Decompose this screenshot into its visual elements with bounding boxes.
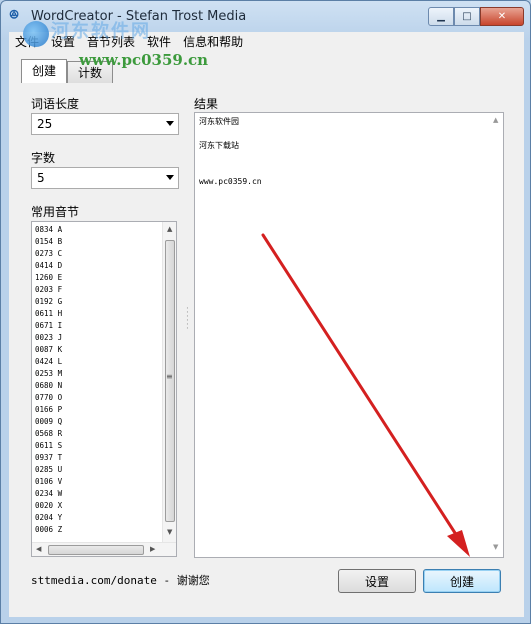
list-item[interactable]: 0166 P bbox=[35, 404, 62, 416]
close-icon: ✕ bbox=[497, 11, 507, 22]
list-item[interactable]: 0006 Z bbox=[35, 524, 62, 536]
result-textarea[interactable]: 河东软件园 河东下载站 www.pc0359.cn ▲ ▼ bbox=[194, 112, 504, 558]
menu-item[interactable]: 信息和帮助 bbox=[177, 33, 249, 50]
result-line bbox=[199, 152, 262, 164]
list-item[interactable]: 0834 A bbox=[35, 224, 62, 236]
list-item[interactable]: 0203 F bbox=[35, 284, 62, 296]
menu-item[interactable]: 设置 bbox=[45, 33, 81, 50]
tab-strip: 创建 计数 bbox=[21, 59, 114, 83]
word-length-label: 词语长度 bbox=[31, 97, 80, 111]
window-title: WordCreator - Stefan Trost Media bbox=[31, 9, 247, 24]
scroll-up-icon[interactable]: ▲ bbox=[493, 116, 498, 124]
list-item[interactable]: 0568 R bbox=[35, 428, 62, 440]
menu-bar: 文件 设置 音节列表 软件 信息和帮助 bbox=[9, 32, 524, 51]
grip-icon: ≡ bbox=[166, 372, 173, 381]
syllables-vertical-scrollbar[interactable]: ▲ ≡ ▼ bbox=[162, 222, 176, 542]
scroll-thumb[interactable] bbox=[48, 545, 144, 555]
result-line: 河东下载站 bbox=[199, 141, 239, 150]
syllables-rows: 0834 A 0154 B 0273 C 0414 D 1260 E 0203 F 0192… bbox=[35, 224, 62, 536]
scroll-right-icon[interactable]: ▶ bbox=[150, 545, 155, 553]
list-item[interactable]: 0611 H bbox=[35, 308, 62, 320]
maximize-icon: □ bbox=[462, 11, 472, 22]
app-icon: ꔮ bbox=[9, 8, 20, 23]
list-item[interactable]: 0414 D bbox=[35, 260, 62, 272]
list-item[interactable]: 0204 Y bbox=[35, 512, 62, 524]
close-button[interactable]: ✕ bbox=[480, 7, 524, 26]
list-item[interactable]: 0087 K bbox=[35, 344, 62, 356]
list-item[interactable]: 1260 E bbox=[35, 272, 62, 284]
chevron-down-icon bbox=[166, 175, 174, 180]
scroll-up-icon[interactable]: ▲ bbox=[167, 225, 172, 233]
list-item[interactable]: 0023 J bbox=[35, 332, 62, 344]
list-item[interactable]: 0020 X bbox=[35, 500, 62, 512]
client-area: 创建 计数 词语长度 25 字数 5 常用音节 0834 A 0154 B 0273… bbox=[9, 51, 524, 617]
list-item[interactable]: 0273 C bbox=[35, 248, 62, 260]
result-line: www.pc0359.cn bbox=[199, 177, 262, 186]
chevron-down-icon bbox=[166, 121, 174, 126]
list-item[interactable]: 0937 T bbox=[35, 452, 62, 464]
list-item[interactable]: 0253 M bbox=[35, 368, 62, 380]
settings-button[interactable]: 设置 bbox=[338, 569, 416, 593]
minimize-button[interactable]: ▁ bbox=[428, 7, 454, 26]
word-count-value: 5 bbox=[37, 171, 45, 185]
minimize-icon: ▁ bbox=[437, 11, 445, 22]
window-controls: ▁ □ ✕ bbox=[428, 7, 524, 27]
list-item[interactable]: 0424 L bbox=[35, 356, 62, 368]
maximize-button[interactable]: □ bbox=[454, 7, 480, 26]
scroll-left-icon[interactable]: ◀ bbox=[36, 545, 41, 553]
list-item[interactable]: 0192 G bbox=[35, 296, 62, 308]
scroll-down-icon[interactable]: ▼ bbox=[167, 528, 172, 536]
list-item[interactable]: 0611 S bbox=[35, 440, 62, 452]
result-vertical-scrollbar[interactable]: ▲ ▼ bbox=[489, 113, 503, 557]
list-item[interactable]: 0770 O bbox=[35, 392, 62, 404]
scroll-down-icon[interactable]: ▼ bbox=[493, 543, 498, 551]
menu-item[interactable]: 软件 bbox=[141, 33, 177, 50]
word-length-value: 25 bbox=[37, 117, 53, 131]
result-line bbox=[199, 164, 262, 176]
result-line bbox=[199, 128, 262, 140]
syllables-list[interactable]: 0834 A 0154 B 0273 C 0414 D 1260 E 0203 F 0192… bbox=[31, 221, 177, 557]
list-item[interactable]: 0009 Q bbox=[35, 416, 62, 428]
list-item[interactable]: 0106 V bbox=[35, 476, 62, 488]
syllables-label: 常用音节 bbox=[31, 205, 80, 219]
word-count-label: 字数 bbox=[31, 151, 56, 165]
menu-item[interactable]: 文件 bbox=[9, 33, 45, 50]
result-label: 结果 bbox=[194, 97, 219, 111]
word-length-select[interactable]: 25 bbox=[31, 113, 179, 135]
tab-count[interactable]: 计数 bbox=[67, 61, 114, 83]
tab-create[interactable]: 创建 bbox=[21, 59, 68, 83]
syllables-horizontal-scrollbar[interactable]: ◀ ▶ bbox=[32, 542, 176, 556]
donate-link[interactable]: sttmedia.com/donate - 谢谢您 bbox=[31, 572, 210, 588]
list-item[interactable]: 0680 N bbox=[35, 380, 62, 392]
create-button[interactable]: 创建 bbox=[423, 569, 501, 593]
list-item[interactable]: 0285 U bbox=[35, 464, 62, 476]
list-item[interactable]: 0671 I bbox=[35, 320, 62, 332]
result-text: 河东软件园 河东下载站 www.pc0359.cn bbox=[199, 116, 262, 188]
panel-splitter[interactable]: · · · · · · bbox=[186, 305, 190, 334]
result-line: 河东软件园 bbox=[199, 117, 239, 126]
list-item[interactable]: 0154 B bbox=[35, 236, 62, 248]
app-window: ꔮ WordCreator - Stefan Trost Media ▁ □ ✕… bbox=[0, 0, 531, 624]
word-count-select[interactable]: 5 bbox=[31, 167, 179, 189]
menu-item[interactable]: 音节列表 bbox=[81, 33, 141, 50]
title-bar[interactable]: ꔮ WordCreator - Stefan Trost Media ▁ □ ✕ bbox=[1, 1, 530, 31]
scroll-thumb[interactable] bbox=[165, 240, 175, 522]
list-item[interactable]: 0234 W bbox=[35, 488, 62, 500]
